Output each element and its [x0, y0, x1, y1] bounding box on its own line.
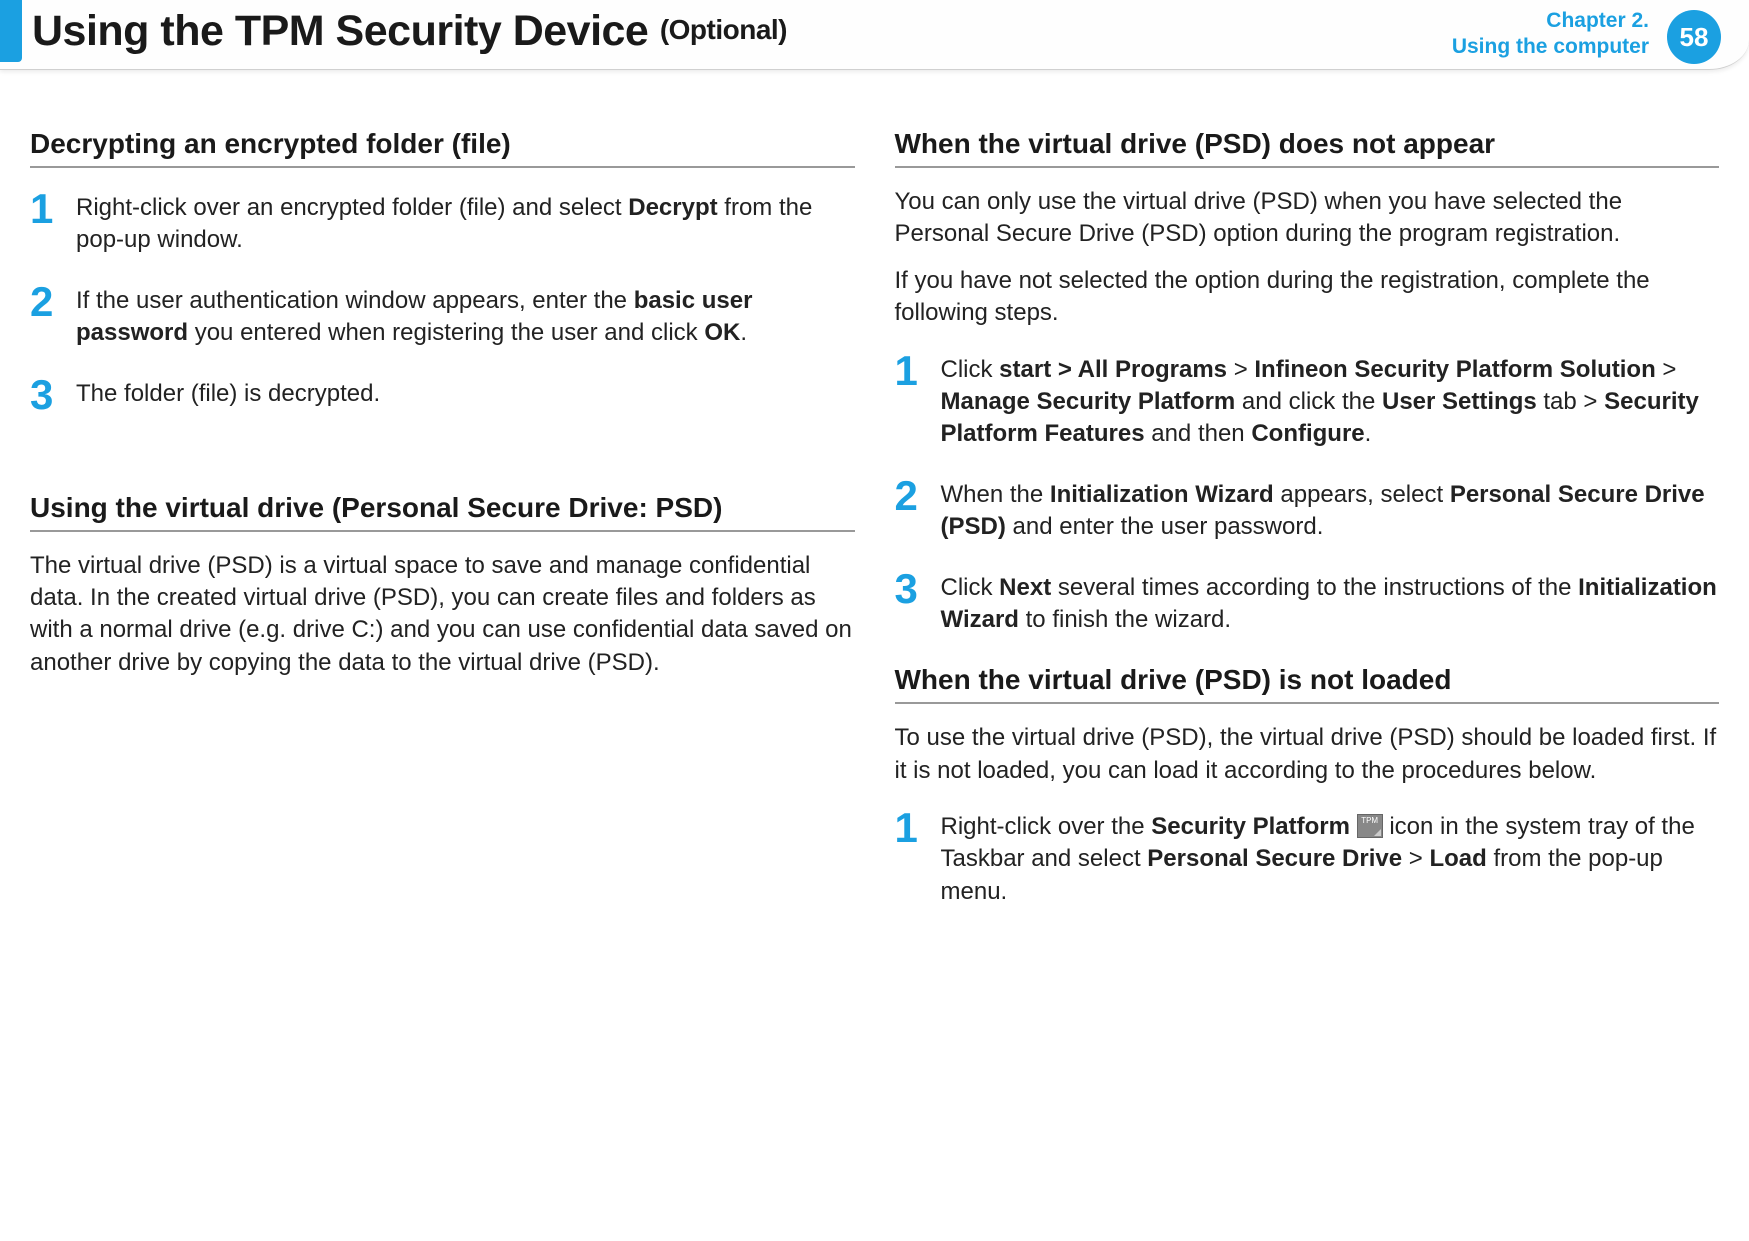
- step-number: 3: [30, 374, 76, 416]
- page-title-suffix: (Optional): [660, 14, 787, 45]
- step-text: Click: [941, 356, 1000, 383]
- step-number: 3: [895, 568, 941, 610]
- step-body: Right-click over an encrypted folder (fi…: [76, 192, 855, 257]
- step-body: Right-click over the Security Platform T…: [941, 811, 1720, 908]
- bold-ok: OK: [704, 319, 740, 346]
- step-text: >: [1402, 845, 1429, 872]
- paragraph-using-psd: The virtual drive (PSD) is a virtual spa…: [30, 550, 855, 680]
- page-title: Using the TPM Security Device (Optional): [32, 7, 787, 56]
- step-text: and click the: [1235, 388, 1382, 415]
- section-title-psd-not-appear: When the virtual drive (PSD) does not ap…: [895, 128, 1720, 168]
- section-title-using-psd: Using the virtual drive (Personal Secure…: [30, 492, 855, 532]
- step-text: When the: [941, 481, 1050, 508]
- section-title-psd-not-loaded: When the virtual drive (PSD) is not load…: [895, 664, 1720, 704]
- step-2: 2 When the Initialization Wizard appears…: [895, 479, 1720, 544]
- section-title-decrypting: Decrypting an encrypted folder (file): [30, 128, 855, 168]
- step-text: to finish the wizard.: [1019, 606, 1231, 633]
- step-text: and then: [1145, 420, 1252, 447]
- step-1: 1 Right-click over the Security Platform…: [895, 811, 1720, 908]
- step-text: appears, select: [1274, 481, 1450, 508]
- bold-configure: Configure: [1251, 420, 1364, 447]
- step-text: several times according to the instructi…: [1051, 574, 1578, 601]
- page-content: Decrypting an encrypted folder (file) 1 …: [0, 90, 1749, 936]
- step-1: 1 Click start > All Programs > Infineon …: [895, 354, 1720, 451]
- step-text: [1350, 813, 1357, 840]
- step-body: Click start > All Programs > Infineon Se…: [941, 354, 1720, 451]
- step-text: >: [1227, 356, 1254, 383]
- step-number: 1: [895, 807, 941, 849]
- step-1: 1 Right-click over an encrypted folder (…: [30, 192, 855, 257]
- header-accent-tab: [0, 0, 22, 62]
- step-body: The folder (file) is decrypted.: [76, 378, 855, 410]
- bold-init-wizard: Initialization Wizard: [1050, 481, 1274, 508]
- chapter-line-2: Using the computer: [1452, 34, 1649, 60]
- bold-load: Load: [1429, 845, 1486, 872]
- left-column: Decrypting an encrypted folder (file) 1 …: [30, 120, 855, 936]
- bold-start-all-programs: start > All Programs: [999, 356, 1227, 383]
- page-header: Using the TPM Security Device (Optional)…: [0, 0, 1749, 90]
- step-body: When the Initialization Wizard appears, …: [941, 479, 1720, 544]
- bold-user-settings: User Settings: [1382, 388, 1537, 415]
- tpm-icon: TPM: [1357, 814, 1383, 838]
- bold-next: Next: [999, 574, 1051, 601]
- bold-infineon: Infineon Security Platform Solution: [1254, 356, 1655, 383]
- steps-decrypting: 1 Right-click over an encrypted folder (…: [30, 192, 855, 416]
- step-number: 1: [30, 188, 76, 230]
- step-text: Right-click over the: [941, 813, 1152, 840]
- step-3: 3 The folder (file) is decrypted.: [30, 378, 855, 416]
- paragraph-psd-not-appear-2: If you have not selected the option duri…: [895, 265, 1720, 330]
- steps-psd-not-appear: 1 Click start > All Programs > Infineon …: [895, 354, 1720, 637]
- step-text: Right-click over an encrypted folder (fi…: [76, 194, 628, 221]
- step-body: If the user authentication window appear…: [76, 285, 855, 350]
- right-column: When the virtual drive (PSD) does not ap…: [895, 120, 1720, 936]
- step-text: tab >: [1537, 388, 1604, 415]
- step-text: >: [1656, 356, 1677, 383]
- step-number: 1: [895, 350, 941, 392]
- step-text: and enter the user password.: [1006, 513, 1324, 540]
- paragraph-psd-not-appear-1: You can only use the virtual drive (PSD)…: [895, 186, 1720, 251]
- step-body: Click Next several times according to th…: [941, 572, 1720, 637]
- page-number-badge: 58: [1667, 10, 1721, 64]
- bold-security-platform: Security Platform: [1151, 813, 1350, 840]
- step-text: The folder (file) is decrypted.: [76, 380, 380, 407]
- bold-manage-platform: Manage Security Platform: [941, 388, 1236, 415]
- step-number: 2: [895, 475, 941, 517]
- step-text: Click: [941, 574, 1000, 601]
- steps-psd-not-loaded: 1 Right-click over the Security Platform…: [895, 811, 1720, 908]
- step-2: 2 If the user authentication window appe…: [30, 285, 855, 350]
- bold-decrypt: Decrypt: [628, 194, 717, 221]
- step-3: 3 Click Next several times according to …: [895, 572, 1720, 637]
- chapter-line-1: Chapter 2.: [1452, 8, 1649, 34]
- step-number: 2: [30, 281, 76, 323]
- step-text: .: [1365, 420, 1372, 447]
- page-number: 58: [1680, 22, 1709, 53]
- step-text: If the user authentication window appear…: [76, 287, 634, 314]
- step-text: you entered when registering the user an…: [188, 319, 704, 346]
- chapter-label: Chapter 2. Using the computer: [1452, 8, 1649, 61]
- paragraph-psd-not-loaded: To use the virtual drive (PSD), the virt…: [895, 722, 1720, 787]
- step-text: .: [740, 319, 747, 346]
- bold-personal-secure-drive: Personal Secure Drive: [1147, 845, 1402, 872]
- page-title-main: Using the TPM Security Device: [32, 7, 648, 55]
